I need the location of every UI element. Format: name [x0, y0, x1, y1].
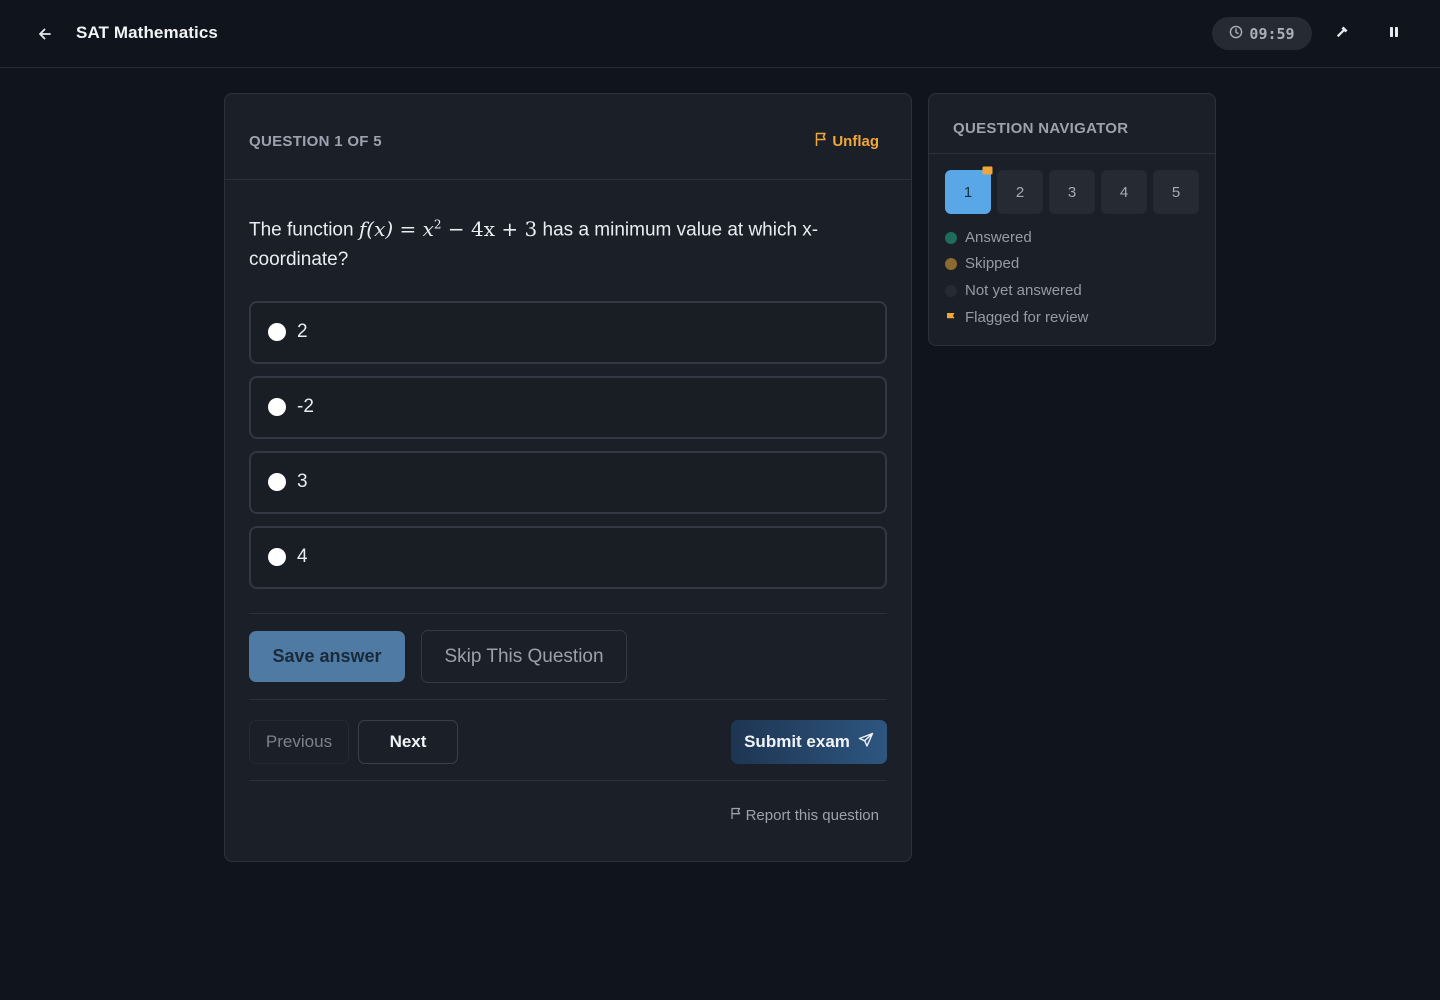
skip-question-button[interactable]: Skip This Question	[421, 630, 627, 683]
hammer-icon	[1334, 24, 1350, 45]
nav-number-label: 4	[1119, 183, 1129, 201]
legend-answered: Answered	[945, 229, 1032, 246]
answer-option-label: 2	[297, 321, 308, 342]
divider	[249, 780, 887, 781]
status-dot-icon	[945, 231, 957, 244]
report-question-link[interactable]: Report this question	[730, 807, 879, 824]
radio-button[interactable]	[268, 548, 286, 566]
answer-option[interactable]: 2	[249, 301, 887, 364]
answer-option-label: -2	[297, 396, 314, 417]
timer-value: 09:59	[1249, 24, 1295, 43]
clock-icon	[1229, 25, 1243, 43]
nav-number-label: 5	[1171, 183, 1181, 201]
legend-flagged: Flagged for review	[945, 309, 1088, 326]
radio-button[interactable]	[268, 323, 286, 341]
nav-question-5[interactable]: 5	[1153, 170, 1199, 214]
nav-question-3[interactable]: 3	[1049, 170, 1095, 214]
back-arrow-icon[interactable]	[30, 20, 60, 48]
submit-label: Submit exam	[744, 732, 850, 751]
math-exponent: 2	[433, 217, 442, 231]
submit-exam-button[interactable]: Submit exam	[731, 720, 887, 764]
question-card: QUESTION 1 OF 5 Unflag The function f(x)…	[224, 93, 912, 862]
question-navigator: QUESTION NAVIGATOR 1 2 3 4 5 Answered Sk…	[928, 93, 1216, 346]
answer-option[interactable]: -2	[249, 376, 887, 439]
divider	[249, 613, 887, 614]
navigator-header: QUESTION NAVIGATOR	[929, 94, 1215, 154]
answer-option[interactable]: 4	[249, 526, 887, 589]
question-text: The function f(x) = x2 − 4x + 3 has a mi…	[249, 210, 849, 274]
legend-skipped: Skipped	[945, 255, 1019, 272]
answer-option[interactable]: 3	[249, 451, 887, 514]
legend-label: Flagged for review	[965, 309, 1089, 326]
pause-icon	[1387, 25, 1401, 44]
question-header: QUESTION 1 OF 5 Unflag	[225, 94, 911, 180]
flag-outline-icon	[814, 132, 828, 151]
nav-question-1[interactable]: 1	[945, 166, 993, 214]
math-eq: =	[399, 216, 417, 241]
legend-label: Skipped	[965, 255, 1020, 272]
next-button[interactable]: Next	[358, 720, 458, 764]
navigator-title: QUESTION NAVIGATOR	[953, 120, 1129, 137]
previous-button[interactable]: Previous	[249, 720, 349, 764]
math-x: x	[422, 216, 434, 241]
nav-number-label: 3	[1067, 183, 1077, 201]
flag-icon	[982, 164, 993, 181]
tools-button[interactable]	[1328, 20, 1356, 48]
legend-label: Answered	[965, 229, 1032, 246]
nav-number-label: 1	[963, 183, 973, 201]
status-dot-icon	[945, 257, 957, 270]
math-rest: − 4x + 3	[447, 216, 538, 241]
flag-icon	[945, 312, 957, 324]
divider	[249, 699, 887, 700]
legend-label: Not yet answered	[965, 282, 1082, 299]
radio-button[interactable]	[268, 473, 286, 491]
status-dot-icon	[945, 284, 957, 297]
app-title: SAT Mathematics	[76, 23, 218, 42]
math-fx: f(x)	[358, 216, 394, 241]
unflag-label: Unflag	[832, 133, 879, 150]
nav-question-4[interactable]: 4	[1101, 170, 1147, 214]
nav-number-label: 2	[1015, 183, 1025, 201]
answer-option-label: 3	[297, 471, 308, 492]
unflag-button[interactable]: Unflag	[814, 132, 879, 151]
answer-option-label: 4	[297, 546, 308, 567]
flag-outline-icon	[730, 807, 742, 824]
timer-badge: 09:59	[1212, 17, 1312, 50]
pause-button[interactable]	[1380, 20, 1408, 48]
top-bar: SAT Mathematics 09:59	[0, 0, 1440, 68]
send-icon	[858, 732, 874, 753]
report-label: Report this question	[745, 807, 879, 824]
legend-not-answered: Not yet answered	[945, 282, 1082, 299]
save-answer-button[interactable]: Save answer	[249, 631, 405, 682]
nav-question-2[interactable]: 2	[997, 170, 1043, 214]
question-math: f(x) = x2 − 4x + 3	[359, 217, 537, 241]
question-counter: QUESTION 1 OF 5	[249, 133, 382, 150]
question-text-start: The function	[249, 219, 354, 241]
radio-button[interactable]	[268, 398, 286, 416]
